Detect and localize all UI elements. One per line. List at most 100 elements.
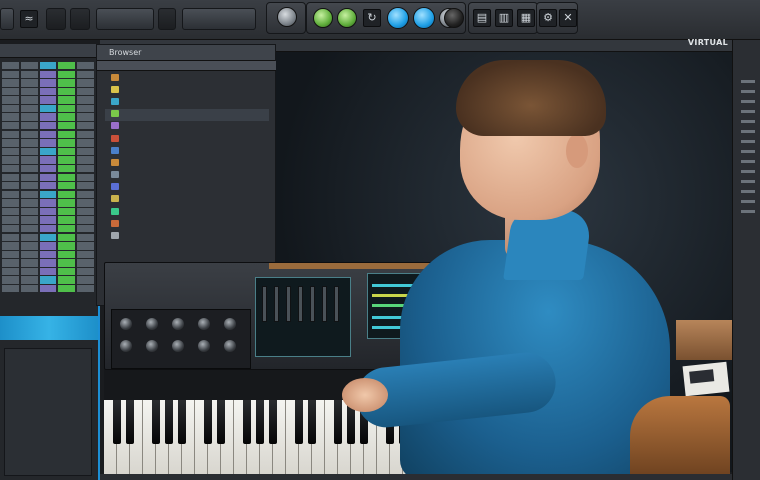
synth-knob [146,318,158,330]
browser-file-item[interactable] [111,217,271,229]
piano-roll-icon[interactable]: ▥ [495,9,513,27]
synth-fader [298,286,303,322]
browser-file-item[interactable] [111,120,271,132]
mixer-track-row[interactable] [2,250,94,259]
record-button[interactable] [158,8,176,30]
piano-black-key [113,400,121,444]
mixer-track-row[interactable] [2,242,94,250]
mixer-track-row[interactable] [2,285,94,293]
grid-button[interactable] [70,8,90,30]
mixer-view-icon[interactable]: ▤ [473,9,491,27]
mixer-track-row[interactable] [2,122,94,130]
browser-file-item[interactable] [111,83,271,95]
mixer-track-row[interactable] [2,96,94,104]
settings-icon[interactable]: ⚙ [539,9,557,27]
piano-black-key [126,400,134,444]
scroll-tick [741,180,755,183]
waveform-icon[interactable]: ≈ [20,10,38,28]
loop-icon[interactable]: ↻ [363,9,381,27]
master-volume-group [266,2,306,34]
mixer-track-row[interactable] [2,267,94,276]
mixer-track-row[interactable] [2,147,94,156]
mixer-track-row[interactable] [2,190,94,199]
main-knob[interactable] [444,8,464,28]
mixer-track-row[interactable] [2,113,94,121]
pitch-knob[interactable] [387,7,409,29]
desk-surface [676,320,732,360]
mixer-track-row[interactable] [2,156,94,164]
folder-button[interactable] [46,8,66,30]
mixer-track-row[interactable] [2,224,94,233]
playlist-icon[interactable]: ▦ [517,9,535,27]
scroll-tick [741,160,755,163]
browser-file-item[interactable] [111,144,271,156]
browser-tabs[interactable] [97,61,277,71]
mixer-track-row[interactable] [2,139,94,147]
synth-fader [286,286,291,322]
piano-black-key [217,400,225,444]
scroll-tick [741,90,755,93]
menu-button[interactable] [0,8,14,30]
synth-knob [198,318,210,330]
browser-file-item[interactable] [111,156,271,168]
master-volume-knob[interactable] [277,7,297,27]
mixer-track-row[interactable] [2,182,94,190]
scroll-tick [741,120,755,123]
right-scroll-panel[interactable] [732,40,760,480]
mixer-track-row[interactable] [2,104,94,113]
synth-knob [120,318,132,330]
mixer-track-row[interactable] [2,207,94,216]
piano-black-key [308,400,316,444]
tempo-knob[interactable] [413,7,435,29]
play-icon[interactable] [313,8,333,28]
pause-icon[interactable] [337,8,357,28]
mixer-track-row[interactable] [2,259,94,267]
mixer-track-row[interactable] [2,276,94,284]
tools-group: ⚙ ✕ [536,2,578,34]
mixer-header [0,44,98,58]
browser-file-item[interactable] [111,229,271,241]
mixer-track-row[interactable] [2,70,94,78]
piano-black-key [152,400,160,444]
mixer-track-row[interactable] [2,233,94,241]
scroll-tick [741,190,755,193]
piano-black-key [204,400,212,444]
file-icon [111,158,119,166]
close-icon[interactable]: ✕ [559,9,577,27]
browser-file-item[interactable] [111,181,271,193]
synth-fader-panel [255,277,351,357]
mixer-track-row[interactable] [2,164,94,173]
tempo-display[interactable] [182,8,256,30]
browser-file-item[interactable] [111,132,271,144]
top-toolbar: ≈ ↻ ▤ ▥ ▦ ⚙ ✕ [0,0,760,40]
browser-title: Browser [97,45,275,61]
mixer-track-row[interactable] [2,130,94,139]
scroll-tick [741,210,755,213]
browser-file-item[interactable] [111,169,271,181]
file-icon [111,219,119,227]
scroll-tick [741,150,755,153]
mixer-track-row[interactable] [2,62,94,70]
browser-file-item[interactable] [111,71,271,83]
browser-file-item[interactable] [111,205,271,217]
browser-file-item[interactable] [111,95,271,107]
file-icon [111,146,119,154]
person-collar [503,210,593,280]
browser-file-item[interactable] [111,193,271,205]
mixer-track-row[interactable] [2,79,94,87]
mixer-track-row[interactable] [2,199,94,207]
mixer-master-strip[interactable] [0,316,98,340]
browser-file-item[interactable] [111,108,271,120]
pattern-selector[interactable] [96,8,154,30]
synth-knob [172,340,184,352]
scroll-tick [741,100,755,103]
piano-black-key [269,400,277,444]
synth-fader [262,286,267,322]
file-icon [111,183,119,191]
mixer-track-row[interactable] [2,173,94,181]
synth-knob [224,318,236,330]
file-icon [111,195,119,203]
synth-knob [120,340,132,352]
mixer-track-row[interactable] [2,216,94,224]
mixer-track-row[interactable] [2,87,94,96]
